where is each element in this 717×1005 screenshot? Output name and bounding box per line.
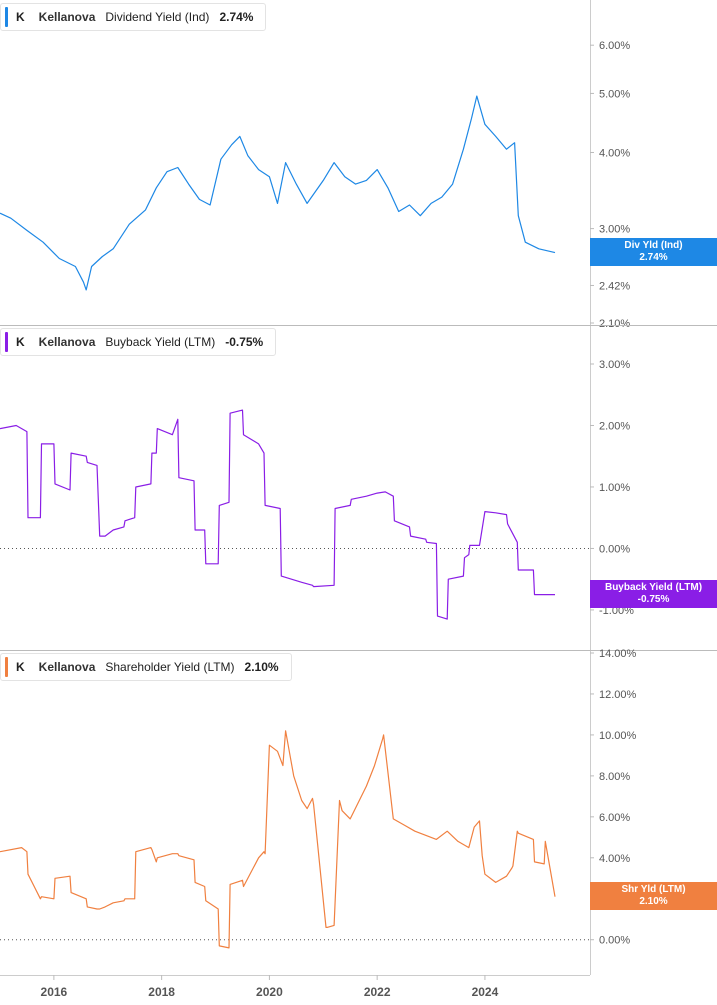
legend-company: Kellanova	[38, 10, 96, 24]
series-line-2	[0, 730, 556, 949]
y-tick-label: 4.00%	[599, 147, 630, 159]
legend-shareholder-yield[interactable]: K Kellanova Shareholder Yield (LTM) 2.10…	[0, 653, 292, 681]
legend-ticker: K	[16, 10, 25, 24]
badge-value: 2.10%	[639, 895, 668, 907]
shareholder-yield-badge: Shr Yld (LTM) 2.10%	[590, 881, 717, 910]
y-tick-label: 10.00%	[599, 730, 637, 742]
y-tick-label: 0.00%	[599, 543, 630, 555]
series-color-swatch	[5, 657, 8, 677]
legend-dividend-yield[interactable]: K Kellanova Dividend Yield (Ind) 2.74%	[0, 3, 267, 31]
y-tick-label: 8.00%	[599, 771, 630, 783]
legend-ticker: K	[16, 660, 25, 674]
y-tick-label: 12.00%	[599, 689, 637, 701]
series-line-0	[0, 95, 556, 291]
chart-canvas: 6.00% 5.00% 4.00% 3.00% 2.42% 2.10% 3.00% 2.00%…	[0, 0, 717, 999]
legend-company: Kellanova	[38, 660, 96, 674]
legend-value: -0.75%	[225, 335, 264, 349]
y-tick-label: 3.00%	[599, 359, 630, 371]
y-tick-label: 14.00%	[599, 648, 637, 660]
dividend-yield-badge: Div Yld (Ind) 2.74%	[590, 237, 717, 266]
y-tick-label: 2.10%	[599, 318, 630, 330]
y-tick-label: 3.00%	[599, 224, 630, 236]
badge-value: -0.75%	[637, 593, 670, 605]
legend-value: 2.10%	[244, 660, 279, 674]
legend-buyback-yield[interactable]: K Kellanova Buyback Yield (LTM) -0.75%	[0, 328, 277, 356]
y-tick-label: 6.00%	[599, 812, 630, 824]
y-tick-label: 1.00%	[599, 482, 630, 494]
y-tick-label: 6.00%	[599, 40, 630, 52]
y-tick-label: 2.42%	[599, 280, 630, 292]
y-tick-label: 0.00%	[599, 935, 630, 947]
x-tick-label: 2024	[472, 985, 499, 999]
y-tick-label: 2.00%	[599, 420, 630, 432]
y-tick-label: 5.00%	[599, 88, 630, 100]
legend-metric: Dividend Yield (Ind)	[105, 10, 210, 24]
x-tick-label: 2016	[41, 985, 68, 999]
x-tick-label: 2018	[148, 985, 175, 999]
x-tick-label: 2020	[256, 985, 283, 999]
series-color-swatch	[5, 7, 8, 27]
legend-metric: Shareholder Yield (LTM)	[105, 660, 235, 674]
buyback-yield-badge: Buyback Yield (LTM) -0.75%	[590, 579, 717, 608]
legend-ticker: K	[16, 335, 25, 349]
legend-value: 2.74%	[219, 10, 254, 24]
y-tick-label: 4.00%	[599, 853, 630, 865]
badge-value: 2.74%	[639, 251, 668, 263]
series-color-swatch	[5, 332, 8, 352]
badge-label: Buyback Yield (LTM)	[604, 581, 703, 593]
series-line-1	[0, 409, 555, 620]
badge-label: Div Yld (Ind)	[624, 239, 683, 251]
x-tick-label: 2022	[364, 985, 391, 999]
badge-label: Shr Yld (LTM)	[621, 883, 686, 895]
legend-company: Kellanova	[38, 335, 96, 349]
legend-metric: Buyback Yield (LTM)	[105, 335, 216, 349]
